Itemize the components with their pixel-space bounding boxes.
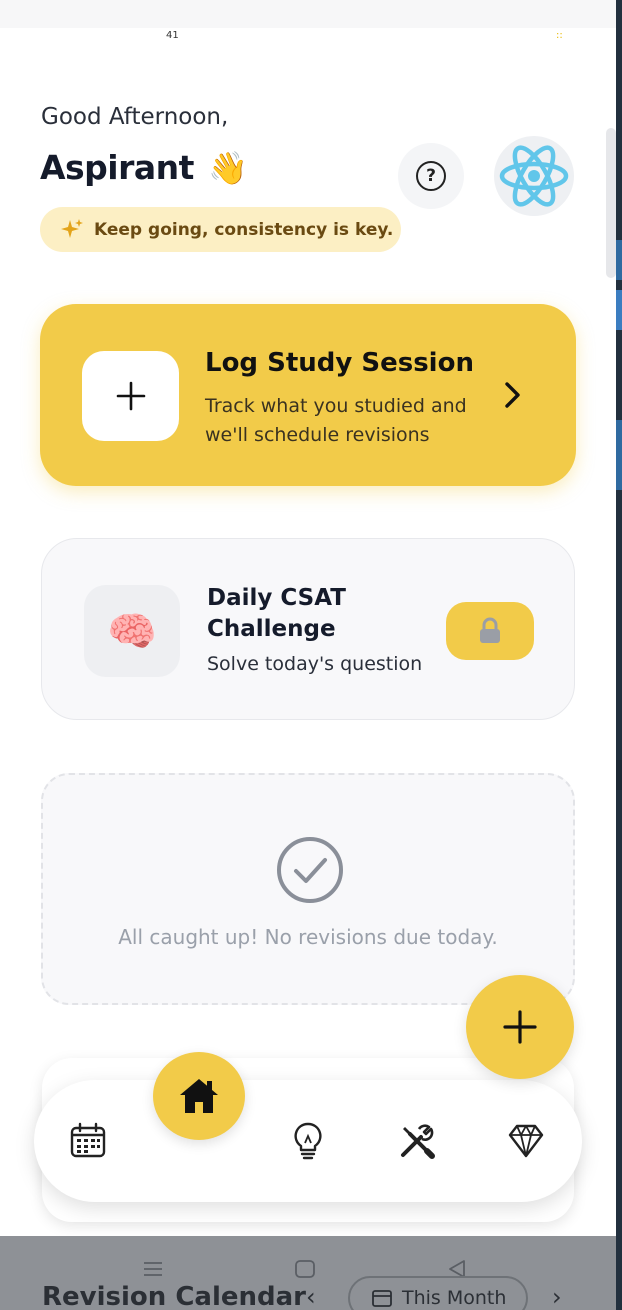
scrollbar-thumb[interactable] [606, 128, 616, 278]
log-study-session-card[interactable]: Log Study Session Track what you studied… [40, 304, 576, 486]
user-name-row: Aspirant 👋 [40, 148, 248, 187]
csat-subtitle: Solve today's question [207, 653, 423, 675]
status-bar [0, 0, 616, 28]
menu-icon[interactable] [142, 1258, 164, 1280]
nav-ideas[interactable] [276, 1080, 340, 1202]
log-session-subtitle: Track what you studied and we'll schedul… [205, 395, 467, 446]
status-left-text: 41 [166, 30, 179, 41]
diamond-icon [508, 1124, 544, 1158]
nav-calendar[interactable] [56, 1080, 120, 1202]
brain-icon: 🧠 [84, 585, 180, 677]
lock-icon [480, 617, 500, 643]
empty-message: All caught up! No revisions due today. [118, 925, 498, 949]
log-plus-box [82, 351, 179, 441]
log-session-title: Log Study Session [205, 348, 474, 378]
month-selector-label: This Month [402, 1287, 507, 1309]
help-circle-icon: ? [416, 161, 446, 191]
motivation-text: Keep going, consistency is key. [94, 219, 394, 240]
react-atom-icon [499, 145, 569, 207]
window-edge [616, 0, 622, 1310]
month-selector[interactable]: This Month [348, 1276, 528, 1310]
daily-csat-card[interactable]: 🧠 Daily CSAT Challenge Solve today's que… [41, 538, 575, 720]
nav-tools[interactable] [384, 1080, 450, 1202]
help-button[interactable]: ? [398, 143, 464, 209]
avatar[interactable] [494, 136, 574, 216]
status-right-text: :: [556, 30, 563, 41]
wave-emoji: 👋 [207, 148, 248, 187]
calendar-small-icon [372, 1290, 392, 1307]
chevron-right-icon[interactable]: › [552, 1283, 562, 1310]
chevron-left-icon[interactable]: ‹ [306, 1283, 316, 1310]
nav-premium[interactable] [494, 1080, 558, 1202]
motivation-pill: Keep going, consistency is key. [40, 207, 401, 252]
sparkle-icon [61, 218, 83, 238]
home-icon [180, 1079, 218, 1113]
csat-lock-button[interactable] [446, 602, 534, 660]
nav-home[interactable] [153, 1052, 245, 1140]
plus-icon [503, 1010, 537, 1044]
plus-icon [116, 381, 145, 411]
chevron-right-icon [505, 382, 520, 408]
app-screen: 41 :: Good Afternoon, Aspirant 👋 ? Keep … [0, 0, 616, 1310]
csat-title: Daily CSAT Challenge [207, 585, 346, 642]
calendar-icon [70, 1122, 106, 1158]
check-circle-icon [277, 837, 343, 903]
revisions-empty-state: All caught up! No revisions due today. [41, 773, 575, 1005]
bottom-nav [34, 1080, 582, 1202]
square-icon[interactable] [294, 1258, 316, 1280]
lightbulb-icon [294, 1122, 322, 1160]
revision-calendar-title: Revision Calendar [42, 1282, 306, 1310]
tools-icon [401, 1124, 435, 1159]
greeting-text: Good Afternoon, [41, 104, 229, 130]
user-name: Aspirant [40, 148, 194, 187]
add-fab-button[interactable] [466, 975, 574, 1079]
